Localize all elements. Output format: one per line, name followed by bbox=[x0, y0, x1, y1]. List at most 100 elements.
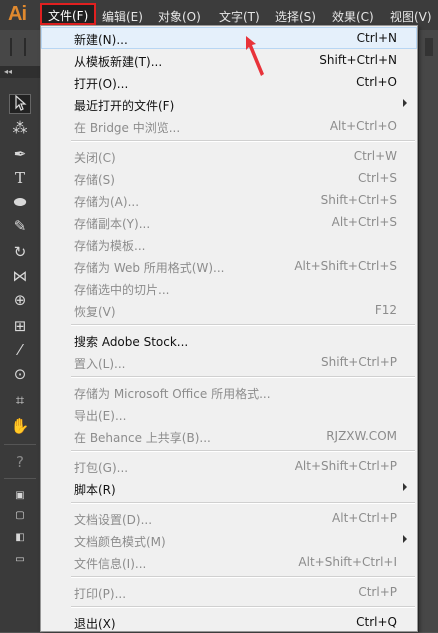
file-menu-item: 导出(E)... bbox=[41, 403, 417, 425]
menu-separator bbox=[71, 376, 415, 378]
screen-mode-icon[interactable]: ▭ bbox=[9, 550, 31, 570]
app-logo: Ai bbox=[8, 3, 27, 25]
menu-item-label: 搜索 Adobe Stock... bbox=[74, 335, 189, 349]
file-menu-item: 置入(L)... Shift+Ctrl+P bbox=[41, 351, 417, 373]
toolbar-grip bbox=[24, 38, 26, 56]
menu-item-label: 存储(S) bbox=[74, 173, 115, 187]
pen-tool-icon[interactable]: ✒ bbox=[9, 144, 31, 164]
menu-select[interactable]: 选择(S) bbox=[275, 8, 316, 25]
fill-stroke-icon[interactable]: ▣ bbox=[9, 486, 31, 506]
menu-item-label: 文档设置(D)... bbox=[74, 513, 153, 527]
type-tool-icon[interactable]: T bbox=[9, 168, 31, 188]
submenu-arrow-icon bbox=[403, 99, 407, 107]
menu-separator bbox=[71, 450, 415, 452]
file-menu-item: 在 Behance 上共享(B)... RJZXW.COM bbox=[41, 425, 417, 447]
file-menu-item: 文档颜色模式(M) bbox=[41, 529, 417, 551]
eyedropper-icon[interactable]: ⁄ bbox=[9, 340, 31, 360]
menu-item-shortcut: Alt+Ctrl+S bbox=[331, 215, 397, 229]
menu-separator bbox=[71, 502, 415, 504]
tools-panel: ◂◂ ⁂ ✒ T ⬬ ✎ ↻ ⋈ ⊕ ⊞ ⁄ ⊙ ⌗ ✋ ? ▣ ▢ ◧ ▭ bbox=[0, 66, 41, 632]
hand-tool-icon[interactable]: ✋ bbox=[9, 416, 31, 436]
menu-item-shortcut: Shift+Ctrl+N bbox=[319, 53, 397, 67]
help-icon[interactable]: ? bbox=[9, 452, 31, 472]
submenu-arrow-icon bbox=[403, 535, 407, 543]
draw-mode-icon[interactable]: ◧ bbox=[9, 528, 31, 548]
menu-effect[interactable]: 效果(C) bbox=[332, 8, 374, 25]
color-mode-icon[interactable]: ▢ bbox=[9, 506, 31, 526]
magic-wand-icon[interactable]: ⁂ bbox=[9, 118, 31, 138]
file-menu-item: 打印(P)... Ctrl+P bbox=[41, 581, 417, 603]
file-menu-item: 存储选中的切片... bbox=[41, 277, 417, 299]
file-menu-item: 打包(G)... Alt+Shift+Ctrl+P bbox=[41, 455, 417, 477]
menu-item-shortcut: Alt+Ctrl+O bbox=[329, 119, 397, 133]
annotation-arrow-icon bbox=[246, 36, 264, 76]
menu-item-shortcut: RJZXW.COM bbox=[326, 429, 397, 443]
menu-item-label: 存储为模板... bbox=[74, 239, 146, 253]
menu-item-label: 打印(P)... bbox=[74, 587, 127, 601]
tools-divider bbox=[4, 444, 36, 445]
menu-item-label: 恢复(V) bbox=[74, 305, 116, 319]
menu-item-shortcut: Ctrl+P bbox=[358, 585, 397, 599]
file-menu-item: 存储为(A)... Shift+Ctrl+S bbox=[41, 189, 417, 211]
menu-edit[interactable]: 编辑(E) bbox=[102, 8, 143, 25]
file-menu-item: 存储(S) Ctrl+S bbox=[41, 167, 417, 189]
file-menu-dropdown: 新建(N)... Ctrl+N 从模板新建(T)... Shift+Ctrl+N 打开(… bbox=[40, 25, 418, 632]
artboard-tool-icon[interactable]: ⌗ bbox=[9, 390, 31, 410]
menu-file[interactable]: 文件(F) bbox=[40, 3, 97, 25]
file-menu-item[interactable]: 打开(O)... Ctrl+O bbox=[41, 71, 417, 93]
file-menu-item[interactable]: 从模板新建(T)... Shift+Ctrl+N bbox=[41, 49, 417, 71]
menu-item-shortcut: Ctrl+W bbox=[353, 149, 397, 163]
menu-item-label: 文件信息(I)... bbox=[74, 557, 147, 571]
menu-item-label: 存储选中的切片... bbox=[74, 283, 170, 297]
control-bar bbox=[0, 30, 40, 67]
width-tool-icon[interactable]: ⋈ bbox=[9, 266, 31, 286]
menu-item-label: 打开(O)... bbox=[74, 77, 129, 91]
menu-item-label: 存储为 Web 所用格式(W)... bbox=[74, 261, 225, 275]
pencil-tool-icon[interactable]: ✎ bbox=[9, 216, 31, 236]
menu-item-label: 从模板新建(T)... bbox=[74, 55, 163, 69]
menu-item-label: 存储为 Microsoft Office 所用格式... bbox=[74, 387, 271, 401]
file-menu-item[interactable]: 脚本(R) bbox=[41, 477, 417, 499]
rotate-tool-icon[interactable]: ↻ bbox=[9, 242, 31, 262]
file-menu-item[interactable]: 新建(N)... Ctrl+N bbox=[41, 27, 417, 49]
menu-item-shortcut: Alt+Shift+Ctrl+I bbox=[298, 555, 397, 569]
menu-type[interactable]: 文字(T) bbox=[219, 8, 260, 25]
file-menu-item[interactable]: 搜索 Adobe Stock... bbox=[41, 329, 417, 351]
menu-item-shortcut: Ctrl+N bbox=[356, 31, 397, 45]
menu-item-label: 存储副本(Y)... bbox=[74, 217, 151, 231]
menu-item-label: 脚本(R) bbox=[74, 483, 116, 497]
file-menu-item: 恢复(V) F12 bbox=[41, 299, 417, 321]
menu-item-shortcut: F12 bbox=[374, 303, 397, 317]
menu-object[interactable]: 对象(O) bbox=[158, 8, 201, 25]
file-menu-item: 存储副本(Y)... Alt+Ctrl+S bbox=[41, 211, 417, 233]
file-menu-item: 在 Bridge 中浏览... Alt+Ctrl+O bbox=[41, 115, 417, 137]
file-menu-item: 关闭(C) Ctrl+W bbox=[41, 145, 417, 167]
menu-item-shortcut: Ctrl+O bbox=[356, 75, 397, 89]
symbol-sprayer-icon[interactable]: ⊙ bbox=[9, 364, 31, 384]
right-panel-strip bbox=[418, 30, 438, 632]
shape-builder-icon[interactable]: ⊕ bbox=[9, 290, 31, 310]
menu-item-label: 新建(N)... bbox=[74, 33, 128, 47]
menu-item-label: 打包(G)... bbox=[74, 461, 129, 475]
menu-separator bbox=[71, 606, 415, 608]
menu-item-label: 文档颜色模式(M) bbox=[74, 535, 166, 549]
menu-item-label: 关闭(C) bbox=[74, 151, 116, 165]
selection-tool-icon[interactable] bbox=[9, 94, 31, 114]
menu-view[interactable]: 视图(V) bbox=[390, 8, 432, 25]
menu-item-shortcut: Ctrl+Q bbox=[356, 615, 397, 629]
perspective-grid-icon[interactable]: ⊞ bbox=[9, 316, 31, 336]
file-menu-item[interactable]: 退出(X) Ctrl+Q bbox=[41, 611, 417, 633]
menu-separator bbox=[71, 576, 415, 578]
toolbar-grip bbox=[10, 38, 12, 56]
file-menu-item[interactable]: 最近打开的文件(F) bbox=[41, 93, 417, 115]
ellipse-tool-icon[interactable]: ⬬ bbox=[9, 192, 31, 212]
menu-item-label: 在 Bridge 中浏览... bbox=[74, 121, 181, 135]
file-menu-item: 存储为模板... bbox=[41, 233, 417, 255]
panel-grip bbox=[425, 38, 433, 56]
menu-item-shortcut: Shift+Ctrl+P bbox=[321, 355, 397, 369]
menu-item-label: 存储为(A)... bbox=[74, 195, 140, 209]
menu-separator bbox=[71, 324, 415, 326]
menu-item-shortcut: Alt+Shift+Ctrl+S bbox=[294, 259, 397, 273]
tools-panel-header[interactable]: ◂◂ bbox=[0, 66, 40, 78]
file-menu-item: 文件信息(I)... Alt+Shift+Ctrl+I bbox=[41, 551, 417, 573]
